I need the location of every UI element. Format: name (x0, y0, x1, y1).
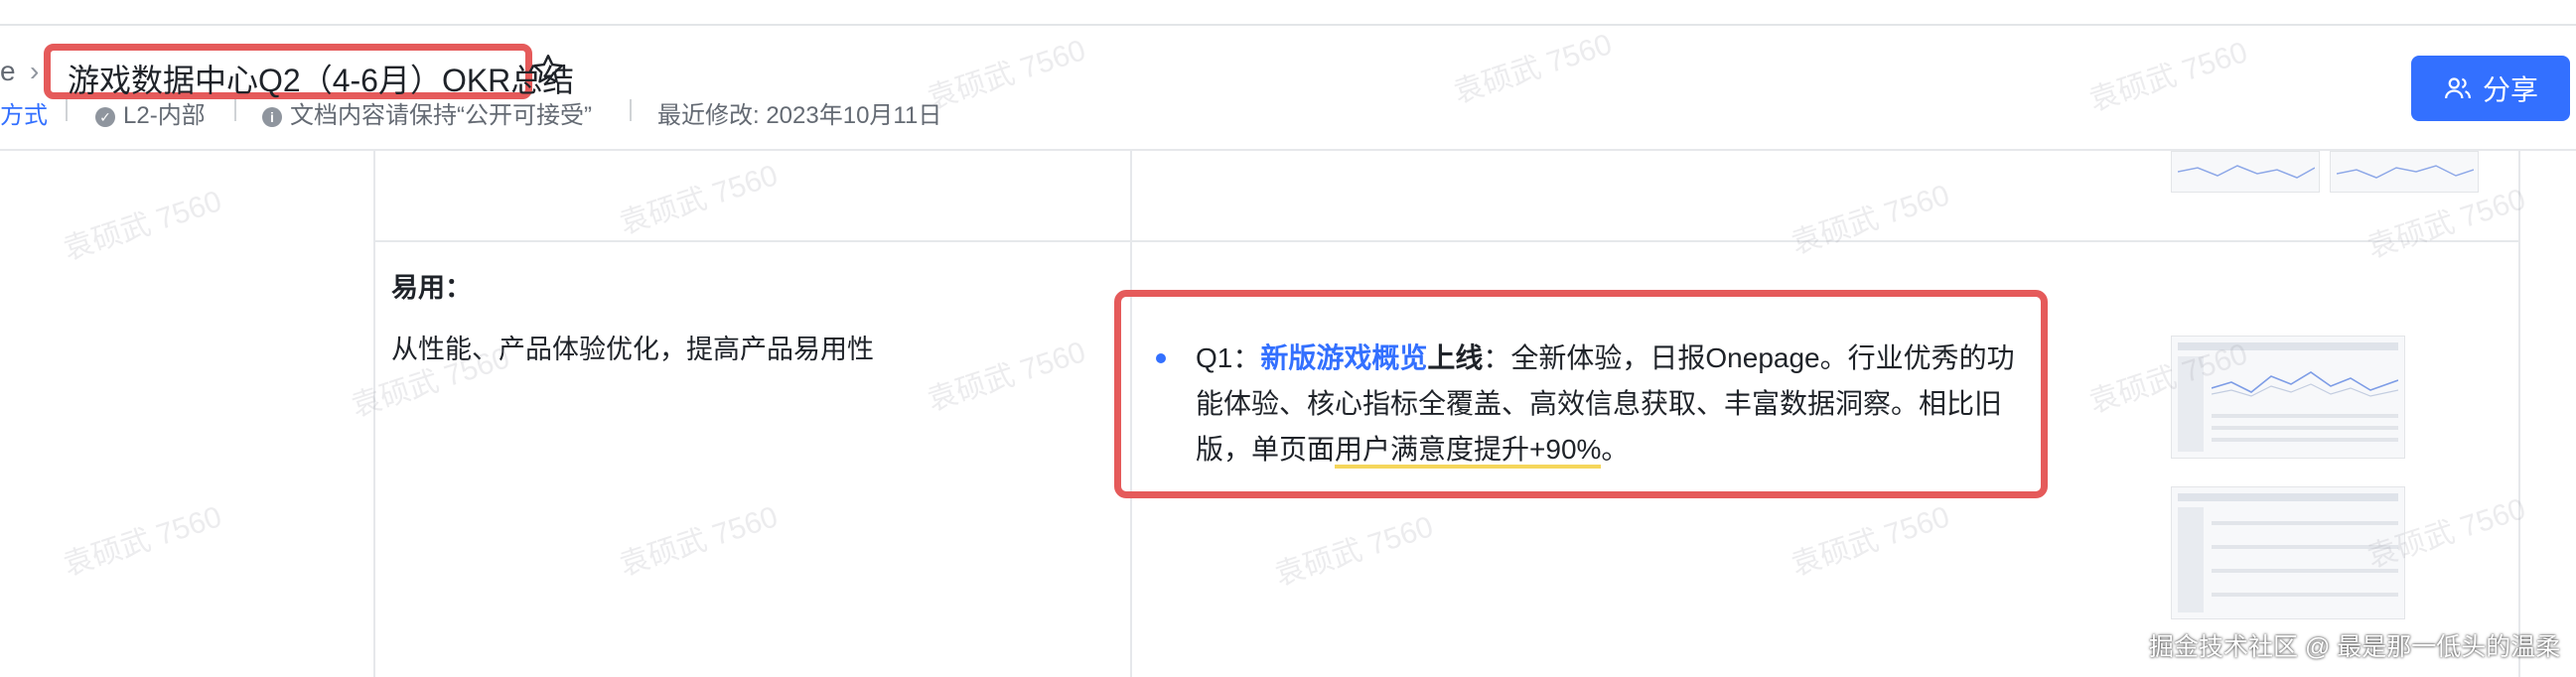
shield-check-icon: ✓ (95, 106, 115, 127)
thumb-row (2212, 438, 2398, 442)
watermark: 袁硕武 7560 (1788, 500, 1954, 583)
meta-link[interactable]: 方式 (0, 95, 48, 130)
highlighted-metric: 用户满意度提升+90% (1335, 434, 1602, 469)
star-icon[interactable] (530, 52, 566, 87)
thumb-row (2212, 414, 2398, 418)
watermark: 袁硕武 7560 (924, 336, 1090, 418)
breadcrumb-separator: › (30, 56, 40, 86)
screenshot-thumbnail[interactable] (2171, 151, 2320, 193)
watermark: 袁硕武 7560 (616, 500, 783, 583)
thumb-row (2212, 545, 2398, 549)
thumb-row (2212, 593, 2398, 597)
watermark: 袁硕武 7560 (60, 500, 226, 583)
screenshot-thumbnail[interactable] (2171, 336, 2405, 459)
q-label: Q1： (1196, 342, 1261, 373)
feature-link[interactable]: 新版游戏概览 (1260, 342, 1427, 373)
table-border (2518, 151, 2520, 677)
thumb-topbar (2178, 493, 2398, 501)
share-button[interactable]: 分享 (2411, 56, 2570, 121)
watermark: 袁硕武 7560 (616, 159, 783, 241)
watermark: 袁硕武 7560 (1788, 179, 1954, 261)
share-label: 分享 (2482, 74, 2538, 105)
thumb-topbar (2178, 342, 2398, 350)
thumb-row (2212, 426, 2398, 430)
cell-description: 从性能、产品体验优化，提高产品易用性 (391, 335, 874, 364)
source-credit: 掘金技术社区 @ 最是那一低头的温柔 (2149, 633, 2561, 661)
list-item: Q1：新版游戏概览上线：全新体验，日报Onepage。行业优秀的功能体验、核心指… (1196, 336, 2030, 473)
watermark: 袁硕武 7560 (60, 185, 226, 267)
last-modified: 最近修改: 2023年10月11日 (657, 102, 942, 129)
mini-chart (2337, 165, 2474, 179)
meta-divider (234, 99, 236, 121)
thumb-row (2212, 569, 2398, 573)
mini-chart (2212, 371, 2398, 397)
watermark: 袁硕武 7560 (1271, 510, 1438, 593)
list-bullet (1156, 353, 1166, 363)
mini-chart (2178, 165, 2315, 179)
thumb-sidebar (2178, 356, 2204, 452)
table-row-divider (373, 240, 2520, 242)
thumb-sidebar (2178, 507, 2204, 612)
table-border (373, 151, 375, 677)
doc-note: i 文档内容请保持“公开可接受” (262, 95, 592, 130)
doc-note-text: 文档内容请保持“公开可接受” (290, 102, 592, 129)
screenshot-thumbnail[interactable] (2171, 486, 2405, 619)
bold-text: 上线 (1427, 342, 1484, 373)
security-level[interactable]: ✓ L2-内部 (95, 95, 206, 130)
users-icon (2444, 77, 2471, 99)
thumb-row (2212, 521, 2398, 525)
meta-divider (630, 99, 632, 121)
info-icon: i (262, 106, 282, 127)
breadcrumb-prev[interactable]: e (0, 56, 16, 87)
screenshot-thumbnail[interactable] (2330, 151, 2479, 193)
security-label: L2-内部 (123, 102, 206, 129)
cell-heading: 易用： (391, 273, 472, 303)
body-text-end: 。 (1601, 434, 1630, 465)
meta-divider (66, 99, 68, 121)
